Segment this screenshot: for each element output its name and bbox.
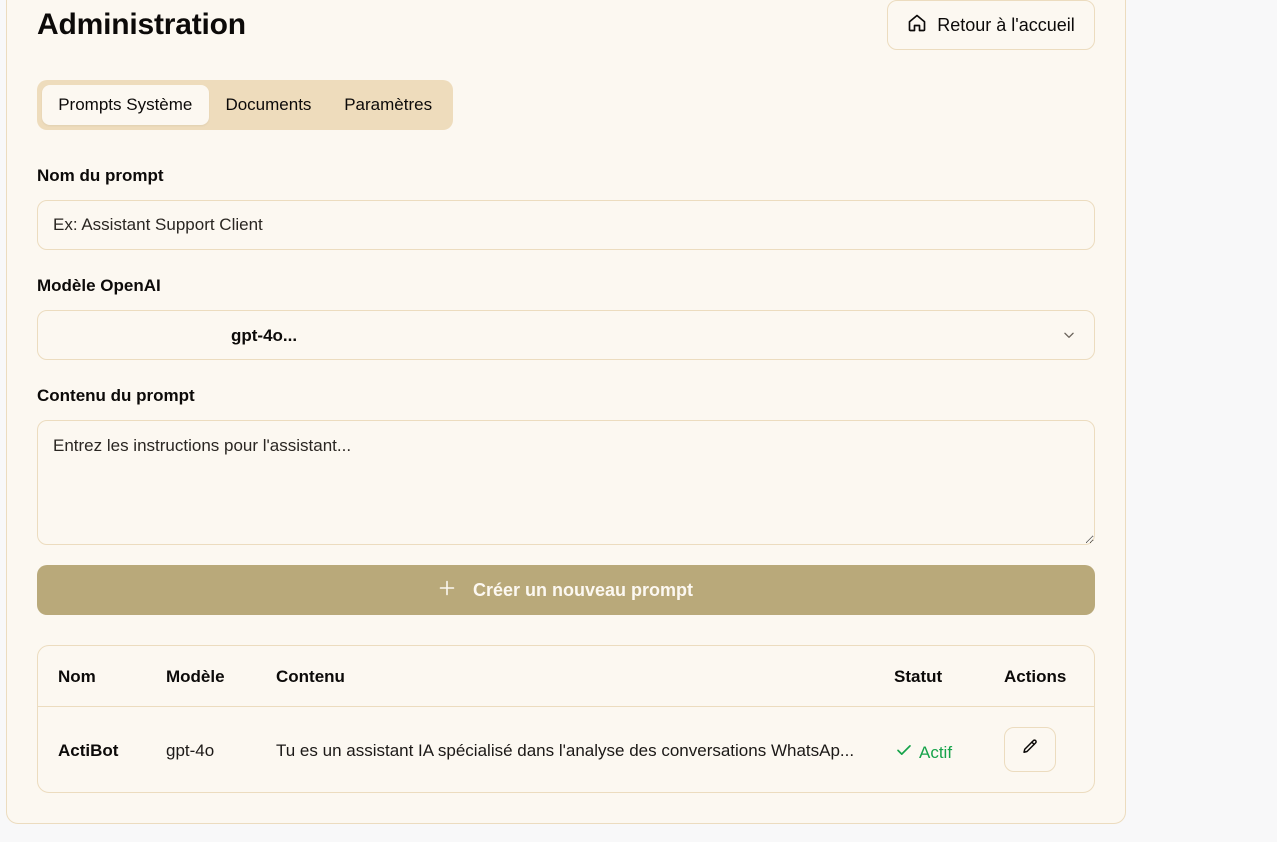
edit-button[interactable] bbox=[1004, 727, 1056, 772]
home-button-label: Retour à l'accueil bbox=[937, 14, 1075, 35]
prompt-name-input[interactable] bbox=[37, 200, 1095, 250]
prompts-table: Nom Modèle Contenu Statut Actions ActiBo… bbox=[37, 645, 1095, 793]
prompt-content-textarea[interactable] bbox=[37, 420, 1095, 545]
tabs-bar: Prompts Système Documents Paramètres bbox=[37, 80, 453, 130]
table-header: Nom Modèle Contenu Statut Actions bbox=[38, 646, 1094, 707]
prompt-name-label: Nom du prompt bbox=[37, 166, 164, 185]
column-header-contenu: Contenu bbox=[276, 667, 345, 686]
plus-icon bbox=[439, 580, 455, 601]
create-prompt-button[interactable]: Créer un nouveau prompt bbox=[37, 565, 1095, 615]
status-badge: Actif bbox=[895, 741, 952, 764]
column-header-modele: Modèle bbox=[166, 667, 225, 686]
column-header-actions: Actions bbox=[1004, 667, 1067, 686]
column-header-nom: Nom bbox=[58, 667, 96, 686]
cell-name: ActiBot bbox=[58, 741, 119, 760]
status-label: Actif bbox=[919, 742, 953, 762]
prompt-content-label: Contenu du prompt bbox=[37, 386, 195, 405]
table-row: ActiBot gpt-4o Tu es un assistant IA spé… bbox=[38, 708, 1094, 792]
page-title: Administration bbox=[37, 8, 246, 41]
check-icon bbox=[895, 741, 913, 764]
model-select[interactable]: gpt-4o... bbox=[37, 310, 1095, 360]
chevron-down-icon bbox=[1062, 328, 1076, 342]
pencil-icon bbox=[1021, 738, 1039, 761]
tab-parametres[interactable]: Paramètres bbox=[328, 85, 448, 125]
tab-prompts-systeme[interactable]: Prompts Système bbox=[42, 85, 209, 125]
column-header-statut: Statut bbox=[894, 667, 943, 686]
home-button[interactable]: Retour à l'accueil bbox=[887, 0, 1095, 50]
cell-model: gpt-4o bbox=[166, 741, 215, 760]
home-icon bbox=[907, 13, 927, 38]
create-prompt-label: Créer un nouveau prompt bbox=[472, 579, 694, 600]
model-label: Modèle OpenAI bbox=[37, 276, 161, 295]
tab-documents[interactable]: Documents bbox=[209, 85, 329, 125]
model-select-value: gpt-4o... bbox=[231, 326, 298, 345]
cell-content: Tu es un assistant IA spécialisé dans l'… bbox=[276, 741, 855, 760]
